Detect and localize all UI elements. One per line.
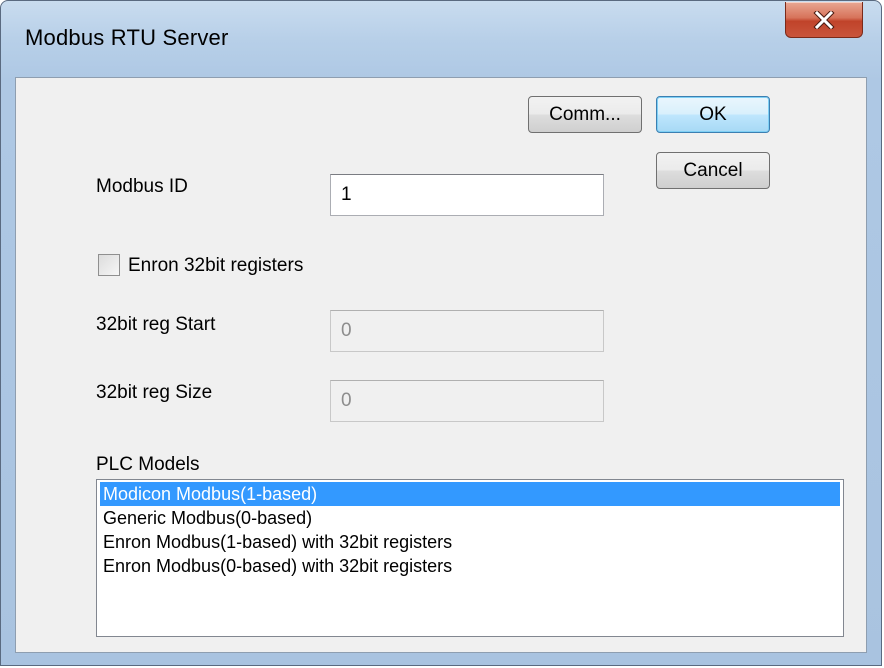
list-item[interactable]: Modicon Modbus(1-based) [100,482,840,506]
comm-button[interactable]: Comm... [528,96,642,133]
cancel-button[interactable]: Cancel [656,152,770,189]
modbus-id-input[interactable]: 1 [330,174,604,216]
plc-models-label: PLC Models [96,454,200,475]
plc-models-list[interactable]: Modicon Modbus(1-based) Generic Modbus(0… [96,479,844,637]
dialog-client-area: Comm... OK Cancel Modbus ID 1 Enron 32bi… [15,77,867,653]
reg-start-label: 32bit reg Start [96,314,216,335]
list-item[interactable]: Enron Modbus(0-based) with 32bit registe… [100,554,840,578]
reg-size-input[interactable]: 0 [330,380,604,422]
enron-32bit-label: Enron 32bit registers [128,255,304,276]
dialog-window: Modbus RTU Server Comm... OK Cancel Modb… [0,0,882,666]
list-item[interactable]: Enron Modbus(1-based) with 32bit registe… [100,530,840,554]
title-bar[interactable]: Modbus RTU Server [1,1,881,79]
window-title: Modbus RTU Server [25,25,229,50]
ok-button[interactable]: OK [656,96,770,133]
modbus-id-label: Modbus ID [96,176,188,197]
close-icon [813,10,835,29]
list-item[interactable]: Generic Modbus(0-based) [100,506,840,530]
reg-size-label: 32bit reg Size [96,382,213,403]
close-button[interactable] [785,2,863,38]
enron-32bit-checkbox[interactable] [98,254,120,276]
reg-start-input[interactable]: 0 [330,310,604,352]
